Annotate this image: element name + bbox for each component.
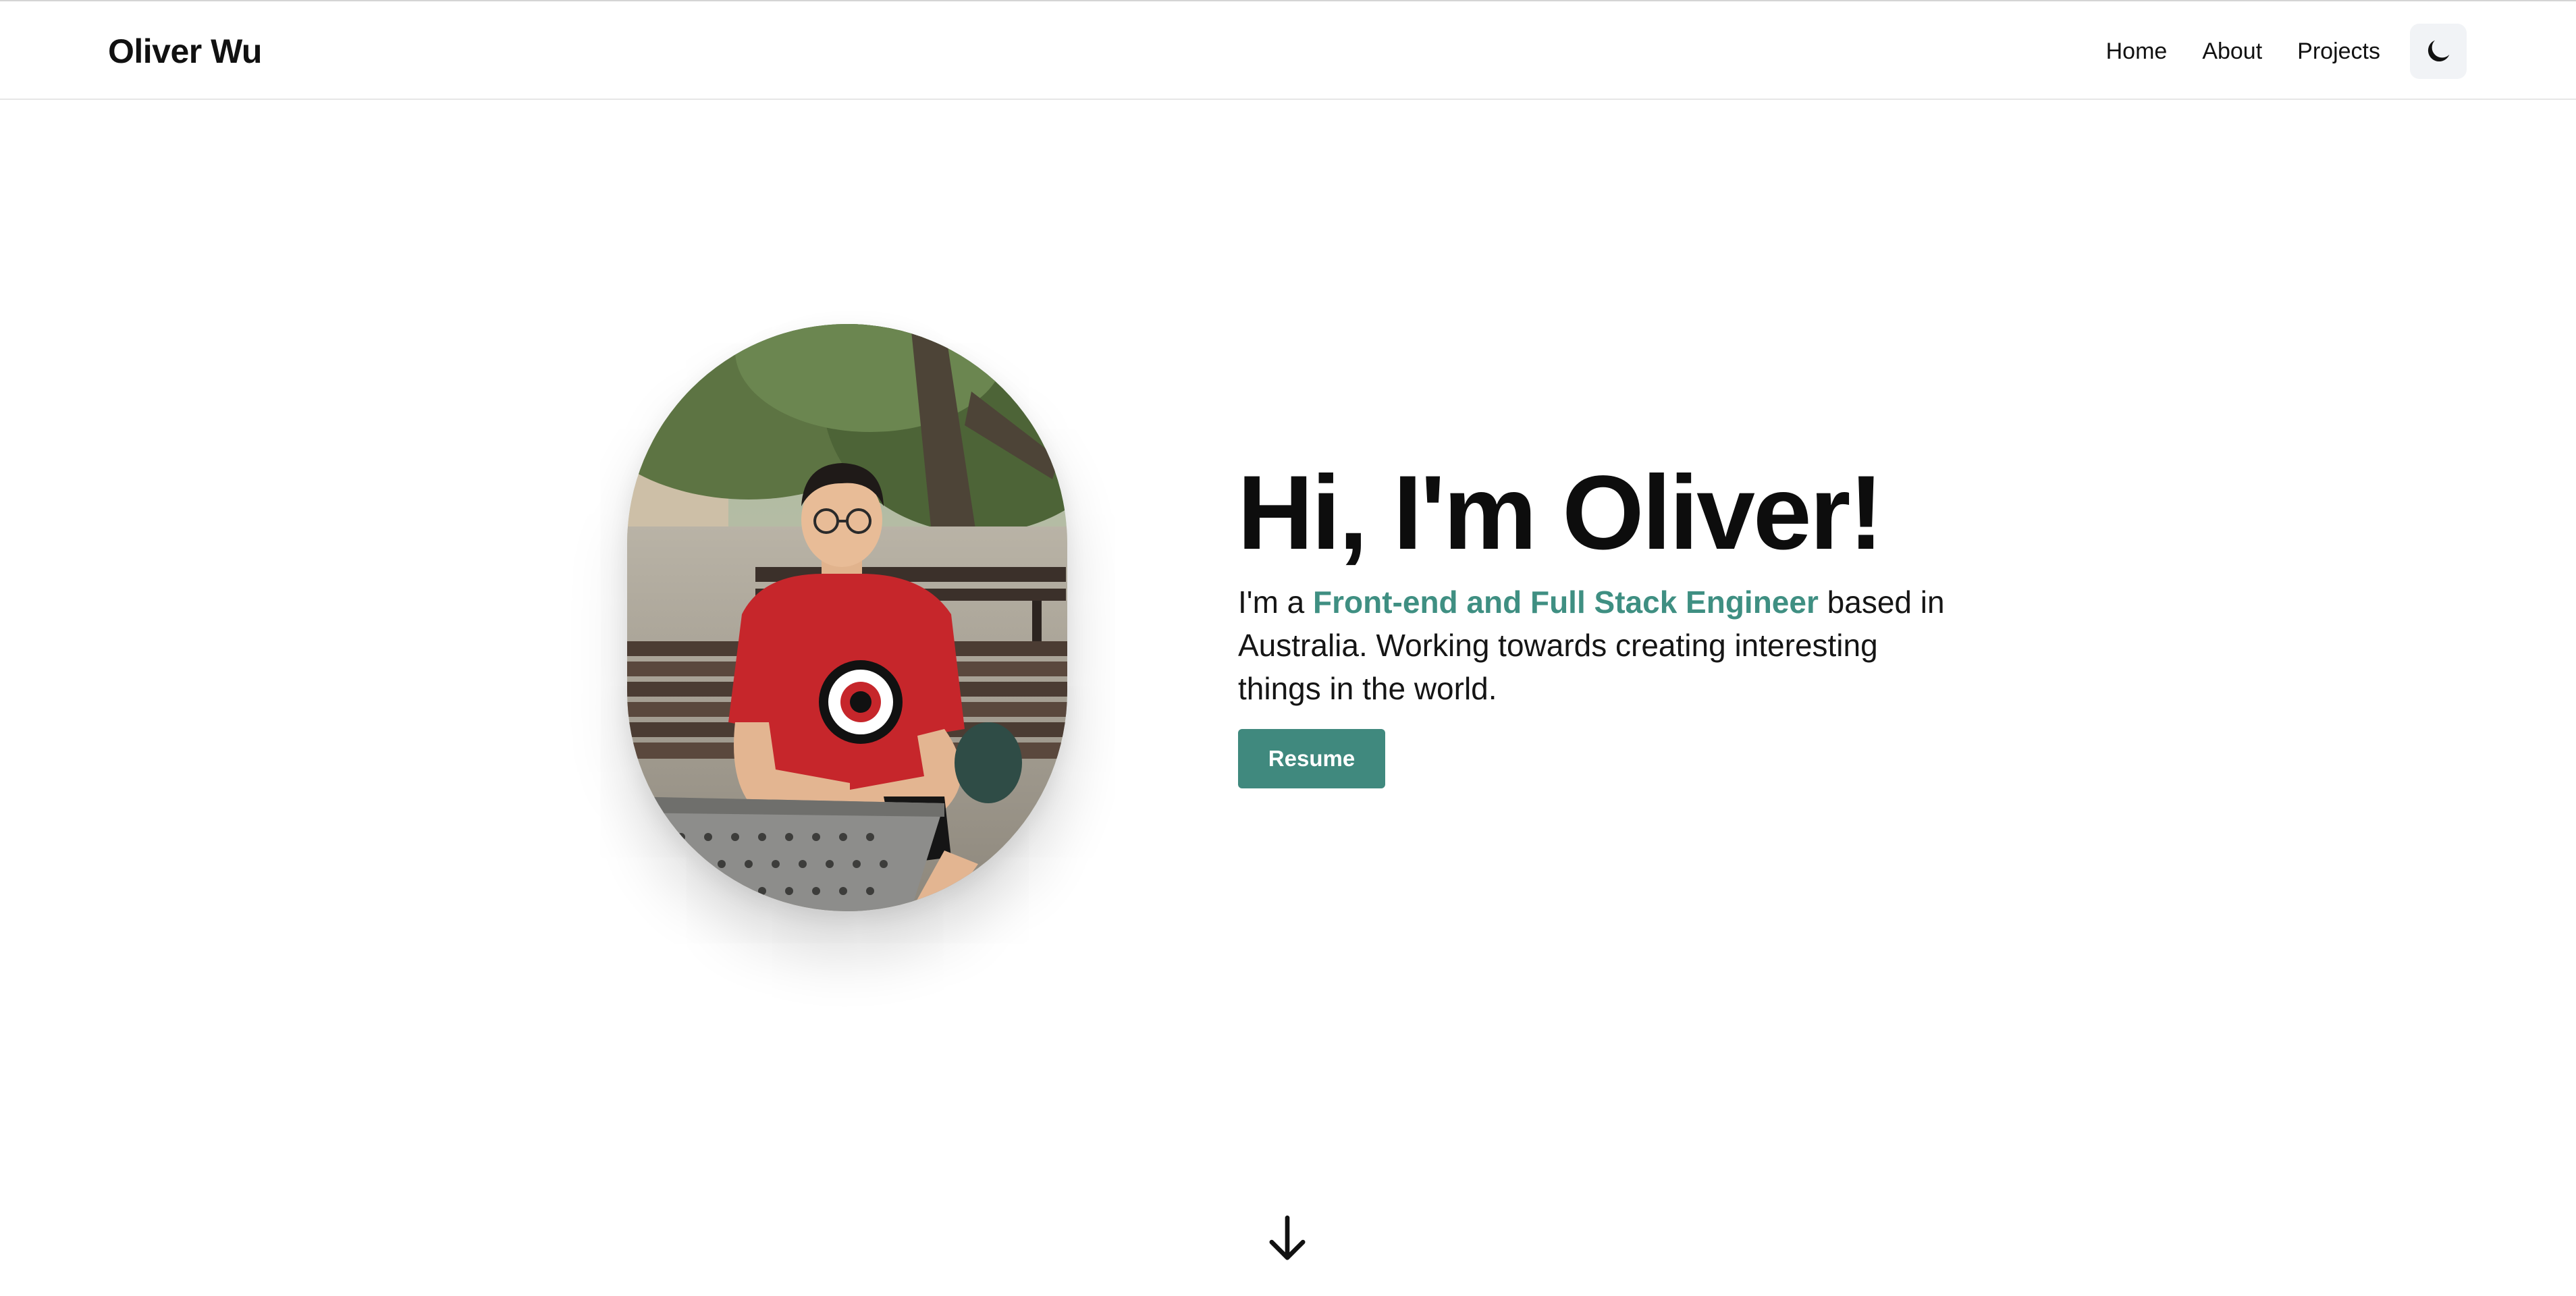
moon-icon bbox=[2427, 40, 2450, 62]
theme-toggle-button[interactable] bbox=[2410, 24, 2467, 79]
profile-photo-illustration bbox=[627, 324, 1067, 911]
scroll-down-button[interactable] bbox=[1264, 1212, 1311, 1266]
hero-headline: Hi, I'm Oliver! bbox=[1237, 454, 1883, 572]
page: Oliver Wu Home About Projects Hi, I'm Ol… bbox=[0, 0, 2576, 1296]
nav-link-projects[interactable]: Projects bbox=[2297, 34, 2380, 69]
nav-link-about[interactable]: About bbox=[2202, 34, 2262, 69]
profile-photo bbox=[627, 324, 1067, 911]
arrow-down-icon bbox=[1269, 1215, 1306, 1260]
nav-link-home[interactable]: Home bbox=[2106, 34, 2168, 69]
navbar: Oliver Wu Home About Projects bbox=[0, 0, 2576, 100]
nav-links: Home About Projects bbox=[2106, 34, 2380, 69]
resume-button[interactable]: Resume bbox=[1238, 729, 1385, 788]
brand-logo-text[interactable]: Oliver Wu bbox=[108, 31, 262, 72]
intro-prefix: I'm a bbox=[1238, 585, 1314, 620]
hero-intro: I'm a Front-end and Full Stack Engineer … bbox=[1238, 580, 1967, 710]
intro-highlight: Front-end and Full Stack Engineer bbox=[1313, 585, 1819, 620]
